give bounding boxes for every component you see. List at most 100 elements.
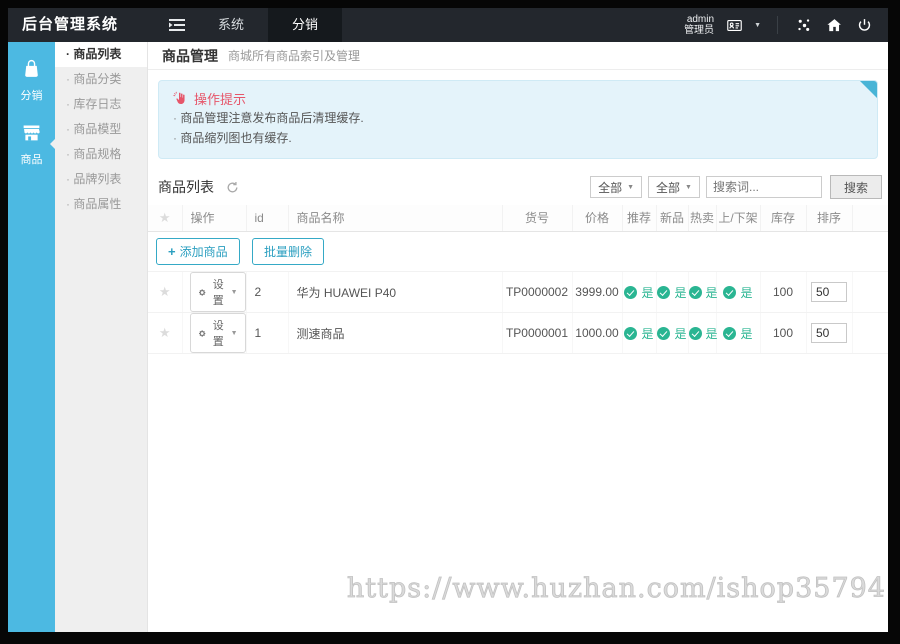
product-stock: 100 <box>760 312 807 354</box>
module-label: 商品 <box>20 154 43 166</box>
chevron-down-icon[interactable]: ▼ <box>754 22 761 29</box>
navbar-spacer <box>342 8 684 42</box>
breadcrumb: 商品管理 商城所有商品索引及管理 <box>148 42 888 70</box>
home-icon[interactable] <box>824 15 844 35</box>
col-op: 操作 <box>182 205 247 232</box>
panel-title: 商品列表 <box>158 179 214 195</box>
tab-distribution[interactable]: 分销 <box>268 8 343 42</box>
check-icon <box>624 327 638 341</box>
settings-label: 设置 <box>212 320 224 348</box>
filter-category-select[interactable]: 全部 ▼ <box>590 176 643 198</box>
onsale-badge[interactable]: 是 <box>723 325 753 342</box>
module-label: 分销 <box>20 90 43 102</box>
clear-cache-icon[interactable] <box>794 15 814 35</box>
col-onsale: 上/下架 <box>716 205 761 232</box>
settings-button[interactable]: 设置 ▼ <box>189 313 246 353</box>
check-icon <box>723 286 737 300</box>
sidebar-item-product-spec[interactable]: 商品规格 <box>55 142 147 167</box>
chevron-down-icon: ▼ <box>230 329 238 337</box>
user-info: admin 管理员 <box>684 14 714 36</box>
tab-system[interactable]: 系统 <box>194 8 268 42</box>
alert-line: 商品管理注意发布商品后清理缓存. <box>173 108 863 128</box>
alert-line: 商品缩列图也有缓存. <box>173 128 863 148</box>
new-badge[interactable]: 是 <box>657 325 687 342</box>
app-body: 分销 商品 商品列表 商品分类 库存日志 商品模型 商品规格 品牌列表 商品属性 <box>8 42 888 632</box>
search-input[interactable] <box>705 176 822 198</box>
add-product-button[interactable]: + 添加商品 <box>156 238 240 265</box>
settings-button[interactable]: 设置 ▼ <box>189 272 246 312</box>
sidebar-item-product-model[interactable]: 商品模型 <box>55 117 147 142</box>
star-icon[interactable]: ★ <box>159 325 171 340</box>
col-id: id <box>246 205 289 232</box>
col-price: 价格 <box>572 205 623 232</box>
power-icon[interactable] <box>854 15 874 35</box>
sort-input[interactable] <box>811 282 847 302</box>
onsale-badge[interactable]: 是 <box>723 284 753 301</box>
table-toolbar-row: + 添加商品 批量删除 <box>148 231 888 272</box>
filter-category-value: 全部 <box>598 180 623 195</box>
module-goods[interactable]: 商品 <box>8 112 55 176</box>
star-icon[interactable]: ★ <box>159 210 171 225</box>
user-role: 管理员 <box>684 25 715 36</box>
product-name: 测速商品 <box>288 312 503 354</box>
menu-toggle-icon[interactable] <box>160 8 194 42</box>
idcard-icon[interactable] <box>724 15 744 35</box>
product-id: 2 <box>246 271 289 313</box>
product-price: 3999.00 <box>572 271 623 313</box>
recommend-badge[interactable]: 是 <box>624 284 654 301</box>
chevron-down-icon: ▼ <box>627 183 635 191</box>
alert-title-row: 操作提示 <box>173 89 863 108</box>
brand-title: 后台管理系统 <box>22 16 119 33</box>
sort-input[interactable] <box>811 323 847 343</box>
filter-status-value: 全部 <box>656 180 681 195</box>
top-navbar: 后台管理系统 系统 分销 admin 管理员 ▼ <box>8 8 888 42</box>
product-stock: 100 <box>760 271 807 313</box>
product-price: 1000.00 <box>572 312 623 354</box>
operation-tips-alert: 操作提示 商品管理注意发布商品后清理缓存. 商品缩列图也有缓存. <box>158 80 878 159</box>
col-stock: 库存 <box>760 205 807 232</box>
page-subtitle: 商城所有商品索引及管理 <box>228 49 361 63</box>
filter-status-select[interactable]: 全部 ▼ <box>648 176 700 198</box>
plus-icon: + <box>168 243 176 259</box>
watermark-text: https://www.huzhan.com/ishop35794 <box>346 573 886 605</box>
main-content: 商品管理 商城所有商品索引及管理 操作提示 商品管理注意发布商品后清理缓存. 商… <box>148 42 888 632</box>
module-distribution[interactable]: 分销 <box>8 48 55 112</box>
gear-icon <box>198 328 206 339</box>
refresh-icon[interactable] <box>226 181 239 194</box>
settings-label: 设置 <box>212 279 224 307</box>
batch-delete-button[interactable]: 批量删除 <box>251 237 324 265</box>
chevron-down-icon: ▼ <box>230 288 238 296</box>
hot-badge[interactable]: 是 <box>688 284 718 301</box>
col-name: 商品名称 <box>288 205 503 232</box>
col-sku: 货号 <box>502 205 573 232</box>
user-name: admin <box>686 14 715 25</box>
sidebar-item-product-attr[interactable]: 商品属性 <box>55 192 147 217</box>
recommend-badge[interactable]: 是 <box>624 325 654 342</box>
star-icon[interactable]: ★ <box>159 284 171 299</box>
product-sku: TP0000001 <box>502 312 573 354</box>
navbar-divider <box>777 16 778 34</box>
search-button[interactable]: 搜索 <box>829 175 882 199</box>
page-title: 商品管理 <box>162 47 218 64</box>
col-sort: 排序 <box>806 205 853 232</box>
new-badge[interactable]: 是 <box>657 284 687 301</box>
col-hot: 热卖 <box>688 205 717 232</box>
alert-fold-corner[interactable] <box>860 81 877 98</box>
admin-app: 后台管理系统 系统 分销 admin 管理员 ▼ 分销 商品 · 商品列表 · … <box>8 8 888 632</box>
hand-pointer-icon <box>173 91 188 106</box>
table-row: ★ 设置 ▼ 2 华为 HUAWEI P40 TP0000002 3999.00… <box>148 271 888 313</box>
sidebar-item-brand-list[interactable]: 品牌列表 <box>55 167 147 192</box>
gear-icon <box>198 287 206 298</box>
sidebar-item-product-category[interactable]: 商品分类 <box>55 67 147 92</box>
product-sku: TP0000002 <box>502 271 573 313</box>
module-rail: 分销 商品 <box>8 42 55 632</box>
add-product-label: 添加商品 <box>179 245 228 259</box>
table-header-row: ★ 操作 id 商品名称 货号 价格 推荐 新品 热卖 上/下架 库存 排序 <box>148 205 888 232</box>
hot-badge[interactable]: 是 <box>688 325 718 342</box>
window-frame: 后台管理系统 系统 分销 admin 管理员 ▼ 分销 商品 · 商品列表 · … <box>0 0 900 644</box>
shop-icon <box>21 122 42 143</box>
alert-title: 操作提示 <box>194 92 247 107</box>
sidebar-item-stock-log[interactable]: 库存日志 <box>55 92 147 117</box>
col-recommend: 推荐 <box>622 205 657 232</box>
sidebar-item-product-list[interactable]: 商品列表 <box>55 42 147 67</box>
